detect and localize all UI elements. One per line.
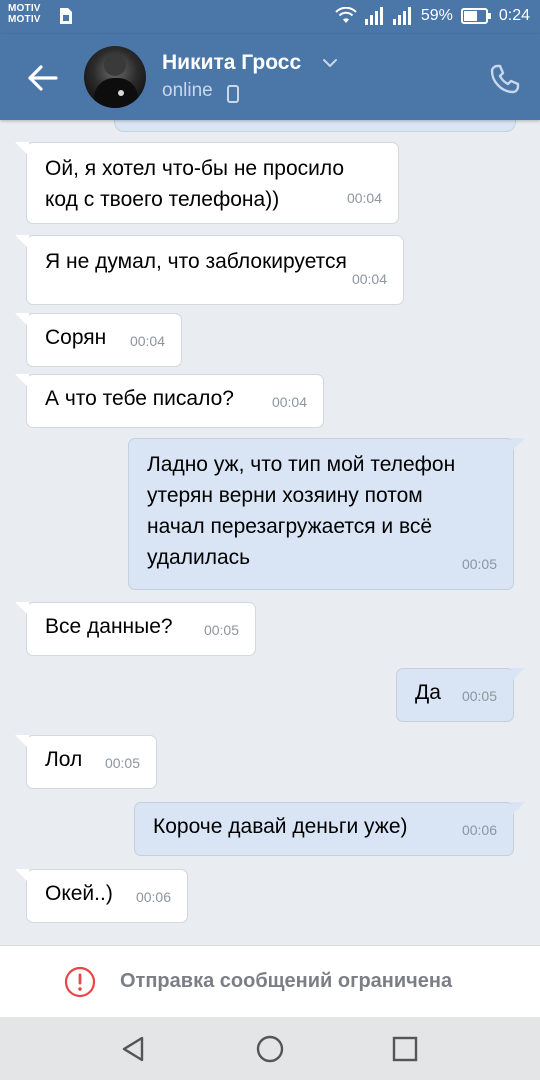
- bubble-tail: [15, 235, 29, 249]
- message-outgoing[interactable]: Короче давай деньги уже) 00:06: [134, 802, 525, 856]
- chevron-down-icon[interactable]: [322, 58, 338, 68]
- bubble-tail: [511, 668, 525, 682]
- battery-percent: 59%: [420, 7, 453, 24]
- carrier-2: MOTIV: [8, 14, 41, 25]
- message-incoming[interactable]: Окей..) 00:06: [15, 869, 188, 923]
- restriction-bar: Отправка сообщений ограничена: [0, 945, 540, 1018]
- message-time: 00:05: [461, 688, 497, 704]
- message-time: 00:04: [129, 333, 165, 349]
- message-incoming[interactable]: Все данные? 00:05: [15, 602, 256, 656]
- sim-icon: [60, 8, 72, 24]
- back-arrow-icon[interactable]: [22, 60, 62, 96]
- message-time: 00:04: [271, 394, 307, 410]
- message-time: 00:04: [346, 190, 382, 206]
- mobile-phone-icon: [227, 85, 239, 103]
- bubble-tail: [15, 374, 29, 388]
- bubble-tail: [15, 602, 29, 616]
- message-text: А что тебе писало?: [45, 387, 234, 410]
- message-text: Ладно уж, что тип мой телефон утерян вер…: [147, 453, 456, 569]
- message-incoming[interactable]: Ой, я хотел что-бы не просило код с твое…: [15, 142, 399, 224]
- message-text: Ой, я хотел что-бы не просило код с твое…: [45, 157, 345, 211]
- bubble-tail: [15, 142, 29, 156]
- avatar[interactable]: [84, 46, 146, 108]
- recents-square-icon[interactable]: [389, 1033, 421, 1065]
- status-icons: 59% 0:24: [335, 7, 530, 25]
- signal-icon: [392, 7, 411, 25]
- phone-call-icon[interactable]: [488, 62, 522, 96]
- previous-message-bubble: [114, 120, 516, 132]
- contact-status: online: [162, 80, 213, 101]
- message-incoming[interactable]: Лол 00:05: [15, 735, 157, 789]
- carrier-labels: MOTIV MOTIV: [8, 3, 41, 25]
- message-time: 00:06: [461, 822, 497, 838]
- message-outgoing[interactable]: Ладно уж, что тип мой телефон утерян вер…: [128, 438, 525, 590]
- bubble-tail: [15, 313, 29, 327]
- avatar-body: [94, 78, 138, 108]
- message-text: Я не думал, что заблокируется: [45, 250, 347, 273]
- message-time: 00:06: [135, 889, 171, 905]
- back-triangle-icon[interactable]: [118, 1033, 150, 1065]
- carrier-1: MOTIV: [8, 3, 41, 14]
- message-incoming[interactable]: Я не думал, что заблокируется 00:04: [15, 235, 404, 305]
- message-incoming[interactable]: Сорян 00:04: [15, 313, 182, 367]
- message-time: 00:04: [351, 271, 387, 287]
- clock: 0:24: [498, 7, 530, 24]
- status-bar: MOTIV MOTIV 59% 0:24: [0, 0, 540, 34]
- message-incoming[interactable]: А что тебе писало? 00:04: [15, 374, 324, 428]
- signal-icon: [364, 7, 383, 25]
- bubble-tail: [15, 735, 29, 749]
- home-circle-icon[interactable]: [254, 1033, 286, 1065]
- restriction-text: Отправка сообщений ограничена: [120, 970, 453, 992]
- bubble-tail: [511, 438, 525, 452]
- chat-header: Никита Гросс online: [0, 34, 540, 120]
- message-outgoing[interactable]: Да 00:05: [396, 668, 525, 722]
- bubble-tail: [511, 802, 525, 816]
- message-list[interactable]: Ой, я хотел что-бы не просило код с твое…: [0, 120, 540, 945]
- wifi-icon: [335, 7, 357, 23]
- avatar-detail: [118, 90, 124, 96]
- bubble-tail: [15, 869, 29, 883]
- message-time: 00:05: [104, 755, 140, 771]
- message-time: 00:05: [203, 622, 239, 638]
- battery-icon: [460, 8, 491, 24]
- warning-circle-icon: [64, 966, 96, 998]
- avatar-face: [104, 54, 126, 76]
- message-time: 00:05: [461, 556, 497, 572]
- message-text: Короче давай деньги уже): [153, 815, 408, 838]
- navigation-bar: [0, 1017, 540, 1080]
- contact-name[interactable]: Никита Гросс: [162, 51, 301, 75]
